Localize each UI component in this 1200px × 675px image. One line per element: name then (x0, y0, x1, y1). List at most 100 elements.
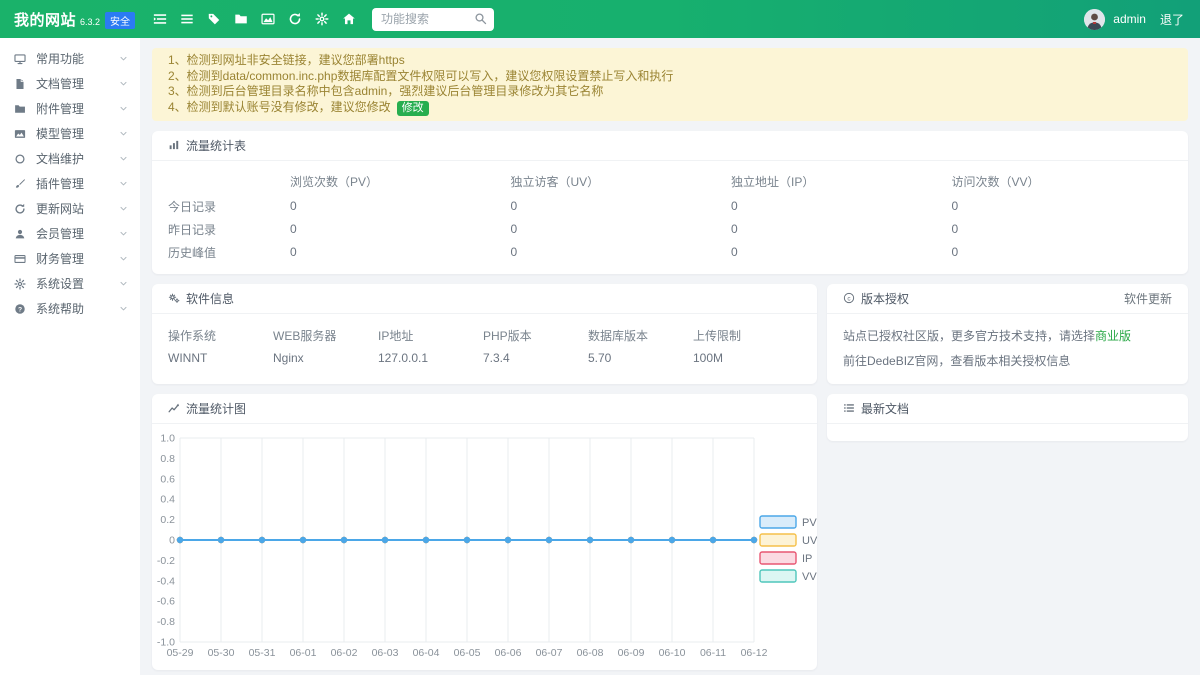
svg-text:05-29: 05-29 (167, 647, 194, 659)
table-cell: 0 (731, 222, 952, 236)
software-info-header: 软件信息 (152, 284, 817, 314)
svg-text:-0.8: -0.8 (157, 616, 175, 628)
legend-item-PV[interactable]: PV (760, 516, 817, 529)
chevron-down-icon (119, 79, 128, 88)
area-chart-icon[interactable] (254, 6, 281, 33)
sidebar-item-插件管理[interactable]: 插件管理 (0, 171, 140, 196)
latest-docs-panel: 最新文档 (827, 394, 1188, 441)
main-content: 1、检测到网址非安全链接，建议您部署https2、检测到data/common.… (140, 38, 1200, 675)
svg-text:0.8: 0.8 (160, 452, 175, 464)
model-chart-icon (14, 128, 28, 140)
svg-text:c: c (847, 295, 851, 302)
table-cell: 0 (952, 199, 1173, 213)
software-update-link[interactable]: 软件更新 (1124, 290, 1172, 307)
svg-text:06-03: 06-03 (372, 647, 399, 659)
sidebar-item-文档维护[interactable]: 文档维护 (0, 146, 140, 171)
sidebar-item-常用功能[interactable]: 常用功能 (0, 46, 140, 71)
commercial-link[interactable]: 商业版 (1095, 329, 1131, 343)
svg-text:0.6: 0.6 (160, 473, 175, 485)
refresh-icon[interactable] (281, 6, 308, 33)
svg-text:06-06: 06-06 (495, 647, 522, 659)
software-info-panel: 软件信息 操作系统WEB服务器IP地址PHP版本数据库版本上传限制 WINNTN… (152, 284, 817, 384)
gear-icon (14, 278, 28, 290)
notice-line: 3、检测到后台管理目录名称中包含admin，强烈建议后台管理目录修改为其它名称 (168, 84, 1172, 100)
modify-button[interactable]: 修改 (397, 101, 429, 116)
table-column-header: 独立地址（IP） (731, 173, 952, 190)
table-row: 历史峰值0000 (168, 241, 1172, 264)
sidebar-item-label: 插件管理 (36, 175, 119, 192)
table-column-header: 浏览次数（PV） (290, 173, 511, 190)
sidebar-item-label: 附件管理 (36, 100, 119, 117)
software-info-title: 软件信息 (186, 290, 234, 307)
sidebar-item-文档管理[interactable]: 文档管理 (0, 71, 140, 96)
chevron-down-icon (119, 204, 128, 213)
sidebar-item-会员管理[interactable]: 会员管理 (0, 221, 140, 246)
refresh-icon (14, 203, 28, 215)
sidebar-item-财务管理[interactable]: 财务管理 (0, 246, 140, 271)
copyright-icon: c (843, 292, 855, 304)
svg-text:06-12: 06-12 (741, 647, 768, 659)
table-cell: 0 (952, 245, 1173, 259)
folder-icon[interactable] (227, 6, 254, 33)
license-panel: c 版本授权 软件更新 站点已授权社区版，更多官方技术支持，请选择商业版 前往D… (827, 284, 1188, 384)
logout-link[interactable]: 退了 (1160, 11, 1184, 28)
sidebar-item-系统设置[interactable]: 系统设置 (0, 271, 140, 296)
svg-text:VV: VV (802, 571, 817, 583)
table-row-label: 昨日记录 (168, 221, 290, 238)
software-field-value: WINNT (168, 351, 273, 365)
software-info-body: 操作系统WEB服务器IP地址PHP版本数据库版本上传限制 WINNTNginx1… (152, 314, 817, 365)
document-icon (14, 78, 28, 90)
legend-item-IP[interactable]: IP (760, 552, 812, 565)
legend-item-VV[interactable]: VV (760, 570, 817, 583)
svg-text:06-10: 06-10 (659, 647, 686, 659)
notice-line: 1、检测到网址非安全链接，建议您部署https (168, 53, 1172, 69)
chevron-down-icon (119, 254, 128, 263)
line-chart-icon (168, 402, 180, 414)
plugin-icon (14, 178, 28, 190)
table-cell: 0 (952, 222, 1173, 236)
traffic-chart-header: 流量统计图 (152, 394, 817, 424)
brand[interactable]: 我的网站 6.3.2 安全 (0, 9, 140, 30)
svg-text:06-05: 06-05 (454, 647, 481, 659)
menu-icon[interactable] (173, 6, 200, 33)
chevron-down-icon (119, 179, 128, 188)
table-row-label: 历史峰值 (168, 244, 290, 261)
svg-text:0: 0 (169, 534, 175, 546)
traffic-table-body: 浏览次数（PV）独立访客（UV）独立地址（IP）访问次数（VV）今日记录0000… (152, 161, 1188, 274)
software-field-label: 上传限制 (693, 327, 798, 344)
svg-text:-0.4: -0.4 (157, 575, 175, 587)
gear-icon[interactable] (308, 6, 335, 33)
tag-icon[interactable] (200, 6, 227, 33)
table-cell: 0 (511, 222, 732, 236)
avatar[interactable] (1084, 9, 1105, 30)
sidebar-item-label: 系统帮助 (36, 300, 119, 317)
license-header: c 版本授权 软件更新 (827, 284, 1188, 314)
credit-card-icon (14, 253, 28, 265)
secure-badge[interactable]: 安全 (105, 12, 135, 29)
svg-text:05-31: 05-31 (249, 647, 276, 659)
sidebar-item-系统帮助[interactable]: ?系统帮助 (0, 296, 140, 321)
menu-indent-icon[interactable] (146, 6, 173, 33)
site-version: 6.3.2 (80, 17, 100, 27)
sidebar-item-label: 更新网站 (36, 200, 119, 217)
home-icon[interactable] (335, 6, 362, 33)
chevron-down-icon (119, 54, 128, 63)
search-icon[interactable] (474, 12, 487, 25)
sidebar-item-label: 财务管理 (36, 250, 119, 267)
table-row-label: 今日记录 (168, 198, 290, 215)
svg-text:IP: IP (802, 553, 812, 565)
sidebar-item-更新网站[interactable]: 更新网站 (0, 196, 140, 221)
sidebar-item-模型管理[interactable]: 模型管理 (0, 121, 140, 146)
sidebar-item-附件管理[interactable]: 附件管理 (0, 96, 140, 121)
notice-line: 2、检测到data/common.inc.php数据库配置文件权限可以写入，建议… (168, 69, 1172, 85)
site-title: 我的网站 (14, 9, 76, 30)
software-field-label: 操作系统 (168, 327, 273, 344)
table-column-header: 访问次数（VV） (952, 173, 1173, 190)
license-body: 站点已授权社区版，更多官方技术支持，请选择商业版 前往DedeBIZ官网，查看版… (827, 314, 1188, 369)
latest-docs-body (827, 424, 1188, 441)
legend-item-UV[interactable]: UV (760, 534, 817, 547)
table-row: 昨日记录0000 (168, 218, 1172, 241)
bar-chart-icon (168, 139, 180, 151)
svg-text:0.4: 0.4 (160, 493, 175, 505)
user-name[interactable]: admin (1113, 12, 1146, 26)
